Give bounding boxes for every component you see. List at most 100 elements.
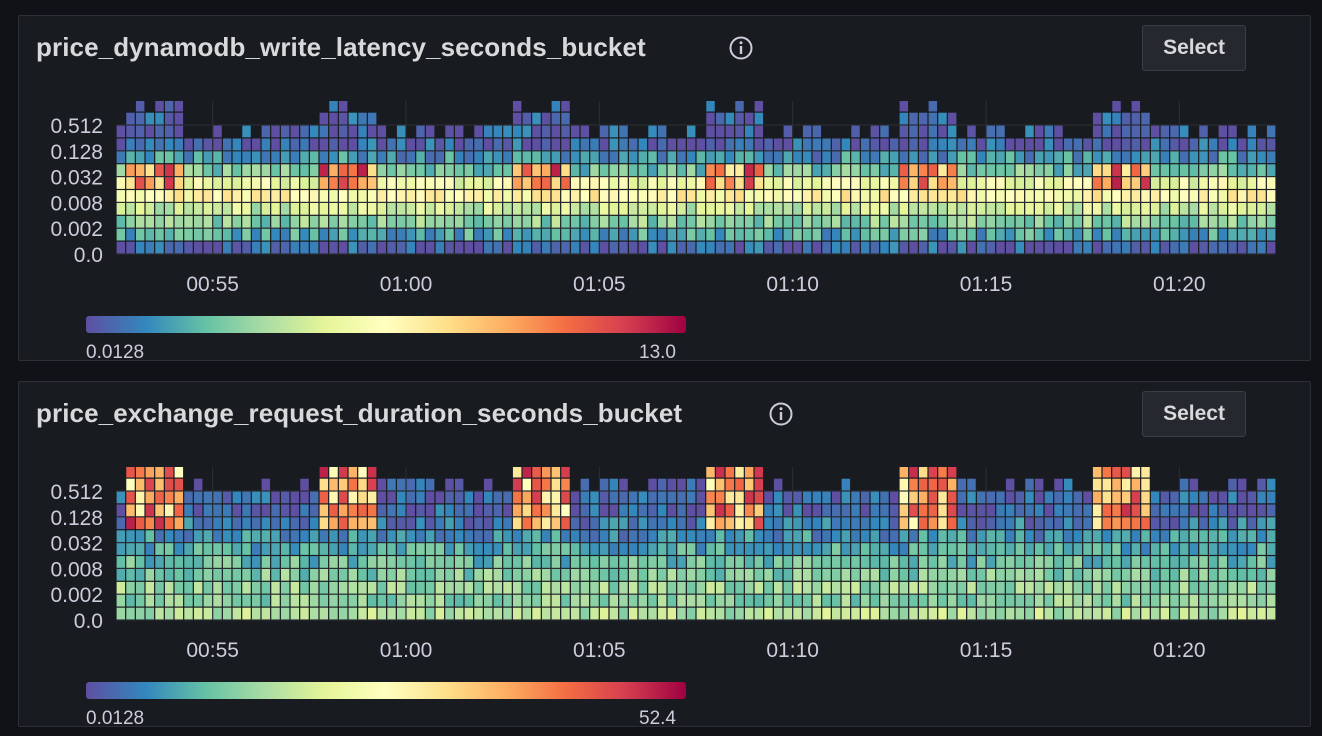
heatmap-cell [551,101,561,112]
heatmap-cell [1179,581,1189,594]
heatmap-cell [638,517,648,530]
heatmap-cell [1150,138,1160,151]
heatmap-cell [512,164,522,176]
heatmap-cell [222,228,232,241]
heatmap-cell [947,569,957,581]
heatmap-cell [1150,543,1160,555]
heatmap-cell [841,517,851,530]
heatmap-cell [155,504,164,517]
heatmap-cell [242,203,251,215]
heatmap-cell [251,556,261,568]
heatmap-cell [213,517,222,530]
heatmap-cell [435,190,445,202]
heatmap-cell [232,151,242,164]
heatmap-cell [1131,569,1141,581]
heatmap-cell [957,517,967,530]
heatmap-cell [1083,556,1092,568]
select-button[interactable]: Select [1142,25,1246,71]
info-icon[interactable] [729,36,753,60]
heatmap-cell [1121,125,1131,138]
heatmap-cell [512,478,522,491]
heatmap-cell [870,138,880,151]
heatmap-cell [203,164,213,176]
info-icon[interactable] [769,402,793,426]
heatmap-cell [329,112,338,125]
heatmap-cell [532,569,541,581]
heatmap-cell [493,543,503,555]
heatmap-cell [1102,112,1112,125]
heatmap-cell [1170,190,1179,202]
heatmap-cell [493,190,503,202]
heatmap-cell [1237,491,1247,504]
heatmap-cell [445,164,454,176]
heatmap-cell [706,203,715,215]
heatmap-cell [706,491,715,504]
heatmap-cell [512,177,522,189]
heatmap-cell [1054,215,1063,228]
heatmap-cell [696,164,706,176]
heatmap-cell [164,125,174,138]
heatmap-cell [474,517,483,530]
heatmap-cell [1044,504,1054,517]
heatmap-cell [271,569,280,581]
heatmap-cell [1131,151,1141,164]
heatmap-cell [1102,491,1112,504]
heatmap-cell [831,164,841,176]
heatmap-cell [1141,607,1150,620]
heatmap-cell [580,607,590,620]
heatmap-cell [512,125,522,138]
heatmap-cell [918,164,928,176]
heatmap-cell [532,467,541,478]
heatmap-cell [474,164,483,176]
heatmap-cell [822,607,831,620]
heatmap-cell [696,491,706,504]
heatmap-cell [464,607,474,620]
heatmap-cell [773,517,783,530]
heatmap-cell [686,556,696,568]
heatmap-cell [1218,594,1228,607]
heatmap-cell [155,478,164,491]
heatmap-cell [667,607,677,620]
heatmap-cell [1237,177,1247,189]
heatmap-cell [300,164,309,176]
heatmap-cell [706,215,715,228]
heatmap-cell [512,151,522,164]
heatmap-cell [1112,607,1121,620]
heatmap-cell [126,569,135,581]
heatmap-cell [1015,556,1025,568]
heatmap-cell [1247,177,1257,189]
heatmap-cell [715,112,725,125]
heatmap-cell [155,467,164,478]
heatmap-cell [735,543,744,555]
heatmap-cell [851,177,860,189]
heatmap-cell [213,556,222,568]
heatmap-cell [1160,203,1170,215]
heatmap-cell [184,504,193,517]
heatmap-cell [1025,581,1034,594]
heatmap-cell [1063,569,1073,581]
legend-min-label: 0.0128 [86,342,145,361]
heatmap-cell [1025,478,1034,491]
heatmap-cell [619,569,628,581]
heatmap-cell [464,164,474,176]
heatmap-cell [338,478,348,491]
heatmap-cell [396,504,406,517]
heatmap-cell [986,215,996,228]
heatmap-cell [503,203,512,215]
heatmap-cell [1092,164,1102,176]
heatmap-cell [918,112,928,125]
heatmap-cell [1054,203,1063,215]
heatmap-cell [619,164,628,176]
heatmap-cell [126,164,135,176]
heatmap-cell [512,190,522,202]
heatmap-cell [561,190,570,202]
heatmap-cell [203,556,213,568]
select-button[interactable]: Select [1142,391,1246,437]
heatmap-cell [967,125,976,138]
heatmap-cell [889,569,899,581]
heatmap-cell [116,607,126,620]
heatmap-cell [909,138,918,151]
heatmap-cell [880,594,889,607]
heatmap-cell [696,241,706,254]
heatmap-cell [1073,517,1083,530]
